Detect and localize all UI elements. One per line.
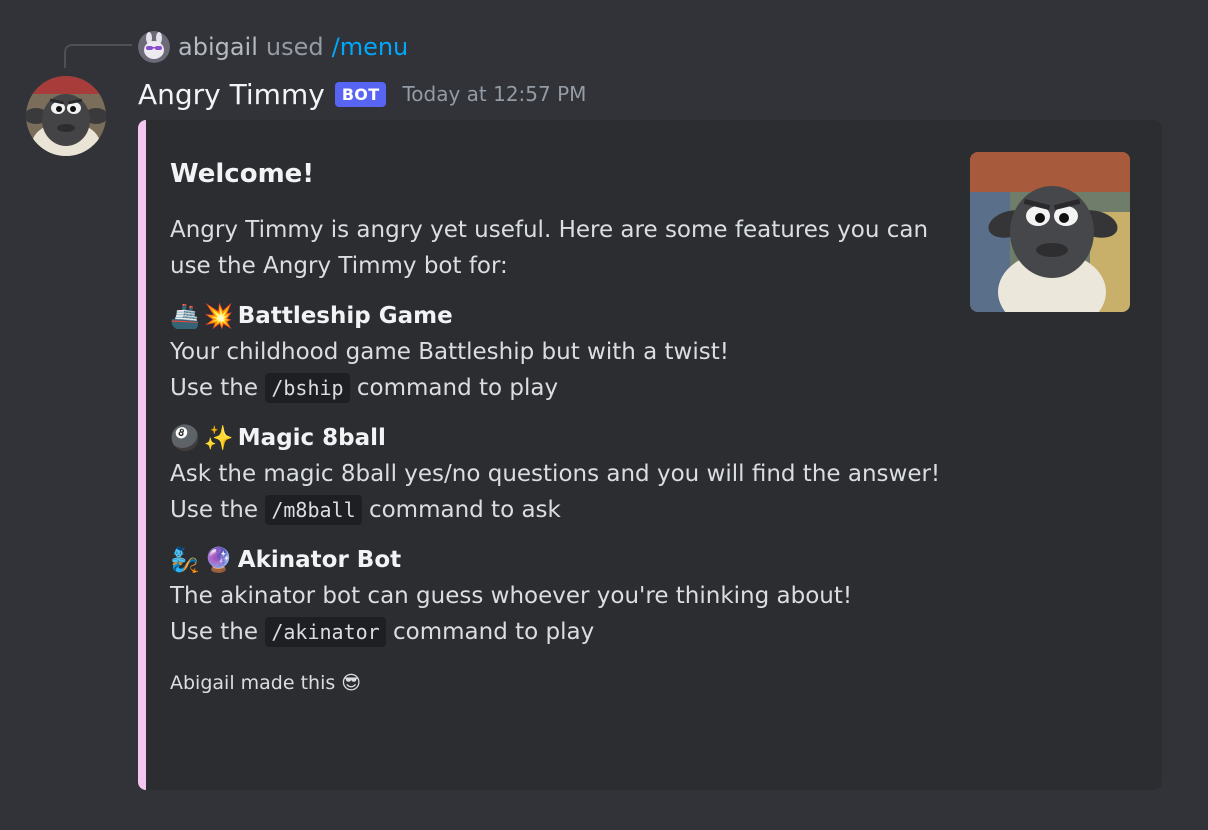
embed-field-magic-8ball: 🎱 ✨ Magic 8ball Ask the magic 8ball yes/… bbox=[170, 420, 950, 528]
reply-username[interactable]: abigail bbox=[178, 33, 258, 61]
crystal-ball-icon: 🔮 bbox=[203, 546, 234, 574]
embed-title: Welcome! bbox=[170, 159, 315, 189]
embed-description: Angry Timmy is angry yet useful. Here ar… bbox=[170, 217, 929, 279]
sparkles-icon: ✨ bbox=[203, 424, 234, 452]
collision-icon: 💥 bbox=[203, 302, 234, 330]
embed-field-battleship: 🚢 💥 Battleship Game Your childhood game … bbox=[170, 298, 950, 406]
usage-suffix: command to play bbox=[393, 619, 595, 645]
bot-badge: BOT bbox=[334, 81, 387, 107]
field-name: 🚢 💥 Battleship Game bbox=[170, 298, 950, 334]
field-title: Battleship Game bbox=[237, 303, 453, 329]
message-header: Angry Timmy BOT Today at 12:57 PM bbox=[138, 74, 586, 114]
embed: Welcome! Angry Timmy is angry yet useful… bbox=[138, 120, 1162, 790]
8ball-icon: 🎱 bbox=[170, 424, 200, 452]
command-code: /akinator bbox=[265, 617, 386, 647]
bunny-avatar-icon[interactable] bbox=[138, 31, 170, 63]
field-line: Your childhood game Battleship but with … bbox=[170, 339, 729, 365]
field-usage: Use the /bship command to play bbox=[170, 370, 950, 406]
field-usage: Use the /m8ball command to ask bbox=[170, 492, 950, 528]
reply-used-text: used bbox=[265, 33, 324, 61]
usage-suffix: command to play bbox=[356, 375, 559, 401]
field-usage: Use the /akinator command to play bbox=[170, 614, 950, 650]
command-code: /m8ball bbox=[265, 495, 362, 525]
embed-field-akinator: 🧞 🔮 Akinator Bot The akinator bot can gu… bbox=[170, 542, 950, 650]
genie-icon: 🧞 bbox=[170, 546, 200, 574]
sheep-avatar-icon bbox=[26, 76, 106, 156]
usage-prefix: Use the bbox=[170, 497, 259, 523]
message-timestamp[interactable]: Today at 12:57 PM bbox=[402, 82, 586, 106]
embed-footer: Abigail made this 😎 bbox=[170, 672, 362, 694]
field-name: 🎱 ✨ Magic 8ball bbox=[170, 420, 950, 456]
field-line: Ask the magic 8ball yes/no questions and… bbox=[170, 461, 941, 487]
reply-spine bbox=[64, 44, 132, 68]
usage-prefix: Use the bbox=[170, 375, 259, 401]
field-name: 🧞 🔮 Akinator Bot bbox=[170, 542, 950, 578]
field-title: Akinator Bot bbox=[237, 547, 402, 573]
command-code: /bship bbox=[265, 373, 350, 403]
field-line: The akinator bot can guess whoever you'r… bbox=[170, 583, 853, 609]
author-avatar[interactable] bbox=[26, 76, 106, 156]
usage-suffix: command to ask bbox=[368, 497, 561, 523]
author-username[interactable]: Angry Timmy bbox=[138, 78, 325, 111]
embed-body: Welcome! Angry Timmy is angry yet useful… bbox=[170, 152, 950, 694]
reply-command[interactable]: /menu bbox=[332, 33, 409, 61]
message-container: abigail used /menu Angry Timmy BOT Today… bbox=[0, 0, 1208, 830]
sheep-thumbnail-icon bbox=[970, 152, 1130, 312]
embed-accent-bar bbox=[138, 120, 146, 790]
reply-header[interactable]: abigail used /menu bbox=[138, 30, 408, 64]
ship-icon: 🚢 bbox=[170, 302, 200, 330]
embed-thumbnail[interactable] bbox=[970, 152, 1130, 312]
usage-prefix: Use the bbox=[170, 619, 259, 645]
field-title: Magic 8ball bbox=[237, 425, 386, 451]
